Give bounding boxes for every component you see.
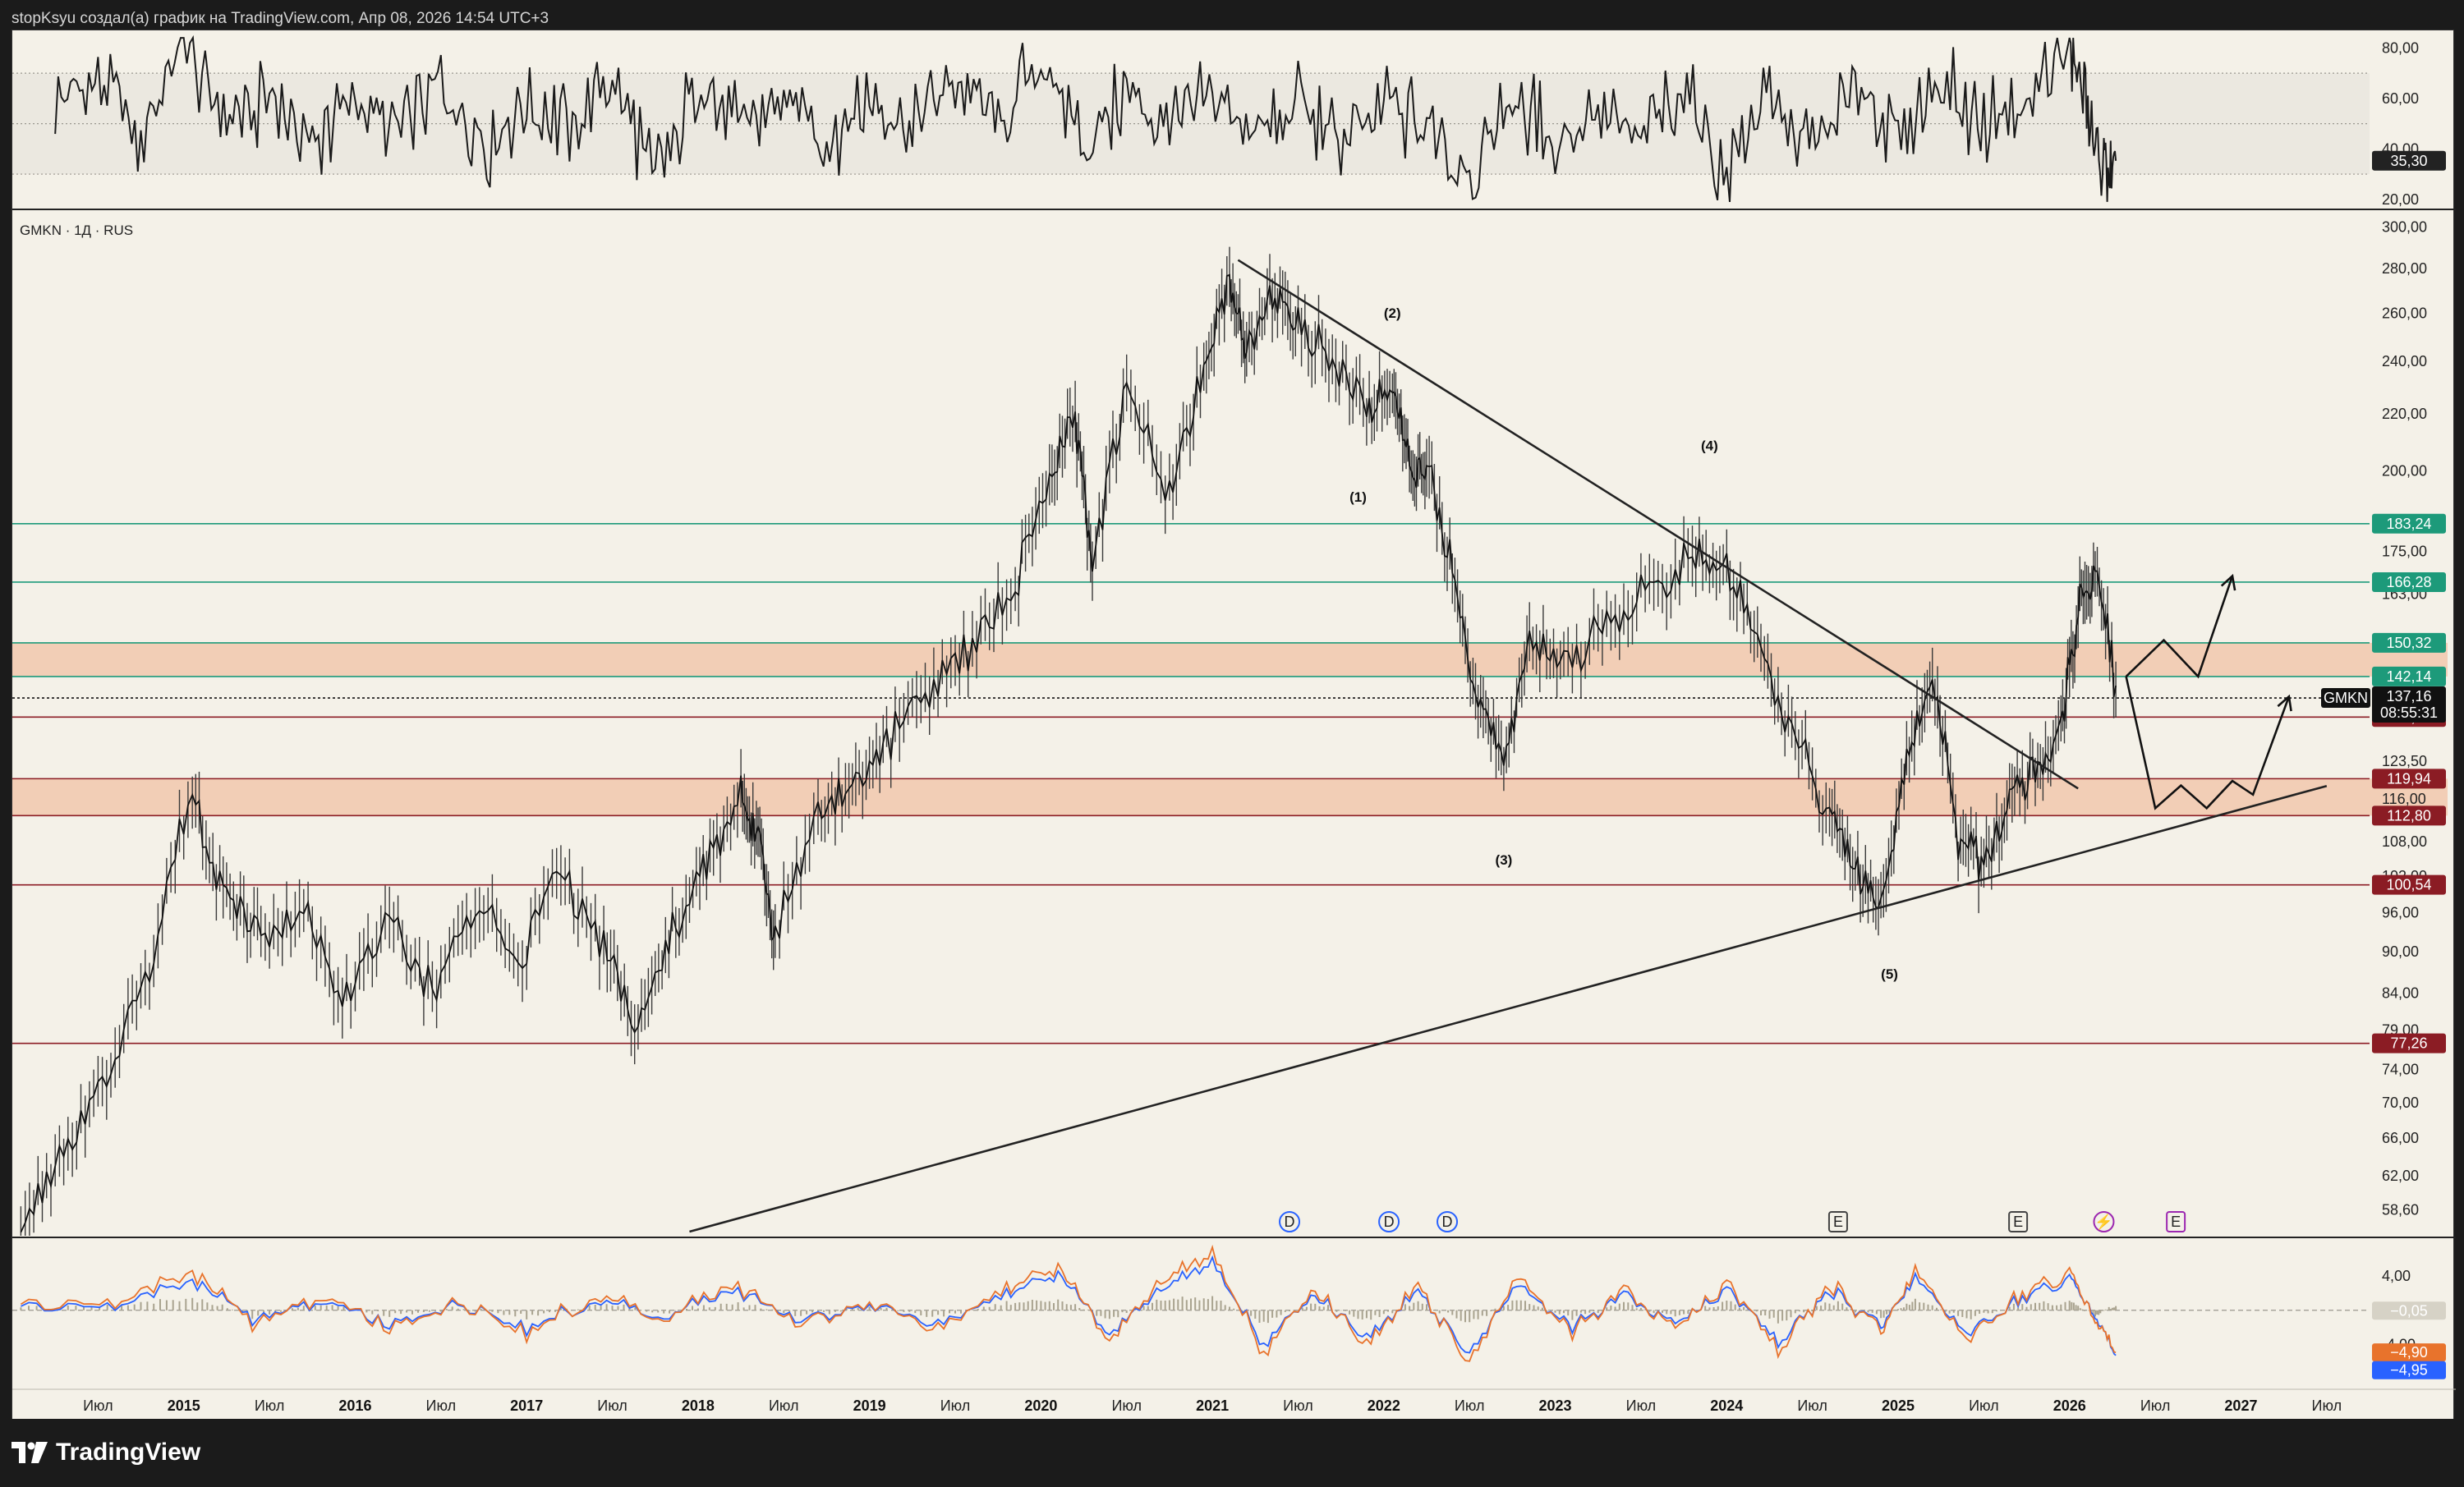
wave-label: (3) bbox=[1496, 852, 1513, 868]
time-tick-label: Июл bbox=[255, 1398, 285, 1414]
time-tick-label: 2026 bbox=[2053, 1398, 2086, 1414]
time-tick-label: Июл bbox=[1969, 1398, 1999, 1414]
time-tick-label: 2017 bbox=[510, 1398, 543, 1414]
time-tick-label: Июл bbox=[597, 1398, 627, 1414]
time-tick-label: 2021 bbox=[1196, 1398, 1229, 1414]
wave-label: (1) bbox=[1349, 489, 1367, 505]
dividend-marker-label: D bbox=[1384, 1214, 1395, 1230]
level-tag: 183,24 bbox=[2386, 516, 2431, 532]
time-tick-label: Июл bbox=[940, 1398, 971, 1414]
macd-panel[interactable]: 4,00-4,00−0,05−4,90−4,95 bbox=[12, 1244, 2446, 1379]
time-tick-label: 2020 bbox=[1024, 1398, 1057, 1414]
macd-value-tag: −4,90 bbox=[2390, 1344, 2428, 1361]
rsi-tick-label: 60,00 bbox=[2382, 90, 2419, 107]
level-tag: 100,54 bbox=[2386, 877, 2431, 893]
symbol-tag: GMKN bbox=[2324, 690, 2368, 706]
price-tick-label: 240,00 bbox=[2382, 353, 2427, 369]
time-tick-label: Июл bbox=[426, 1398, 457, 1414]
price-tick-label: 300,00 bbox=[2382, 219, 2427, 236]
price-tick-label: 66,00 bbox=[2382, 1130, 2419, 1146]
macd-signal-line[interactable] bbox=[21, 1255, 2117, 1356]
chart-canvas[interactable]: 80,0060,0040,0020,0035,30 (1)(2)(3)(4)(5… bbox=[0, 0, 2464, 1487]
time-tick-label: Июл bbox=[83, 1398, 113, 1414]
brand-name: TradingView bbox=[56, 1439, 201, 1466]
wave-label: (2) bbox=[1384, 305, 1401, 321]
price-tick-label: 175,00 bbox=[2382, 544, 2427, 560]
time-tick-label: 2015 bbox=[168, 1398, 200, 1414]
price-tick-label: 58,60 bbox=[2382, 1201, 2419, 1218]
time-tick-label: 2024 bbox=[1710, 1398, 1743, 1414]
footer-bar bbox=[0, 1419, 2464, 1487]
time-axis: Июл 2015 Июл 2016 Июл 2017 Июл 2018 Июл 2019 Июл 20… bbox=[12, 1388, 2456, 1414]
macd-series[interactable] bbox=[20, 1244, 2117, 1362]
time-tick-label: 2019 bbox=[853, 1398, 886, 1414]
price-tick-label: 116,00 bbox=[2382, 791, 2426, 807]
time-tick-label: Июл bbox=[769, 1398, 799, 1414]
rsi-tick-label: 20,00 bbox=[2382, 191, 2419, 208]
price-tick-label: 260,00 bbox=[2382, 305, 2427, 321]
price-wicks bbox=[20, 246, 2117, 1236]
price-tick-label: 220,00 bbox=[2382, 406, 2427, 422]
time-tick-label: 2018 bbox=[682, 1398, 715, 1414]
level-tag: 166,28 bbox=[2386, 574, 2431, 590]
price-tick-label: 74,00 bbox=[2382, 1061, 2419, 1077]
time-tick-label: Июл bbox=[2312, 1398, 2342, 1414]
level-tag: 119,94 bbox=[2387, 770, 2431, 787]
level-tag: 77,26 bbox=[2390, 1035, 2427, 1052]
dividend-marker-label: D bbox=[1442, 1214, 1453, 1230]
time-tick-label: Июл bbox=[1797, 1398, 1827, 1414]
time-tick-label: Июл bbox=[1283, 1398, 1313, 1414]
time-tick-label: 2016 bbox=[338, 1398, 371, 1414]
dividend-marker-label: D bbox=[1285, 1214, 1295, 1230]
tradingview-logo[interactable]: TradingView bbox=[11, 1439, 200, 1466]
level-tag: 150,32 bbox=[2386, 635, 2431, 651]
current-price-tag: 137,16 bbox=[2386, 688, 2431, 704]
earnings-marker-label: E bbox=[2013, 1214, 2023, 1230]
symbol-info: GMKN · 1Д · RUS bbox=[20, 223, 133, 238]
sr-zone bbox=[12, 778, 2448, 816]
price-tick-label: 200,00 bbox=[2382, 463, 2427, 480]
time-tick-label: 2025 bbox=[1882, 1398, 1915, 1414]
wave-label: (4) bbox=[1701, 438, 1718, 453]
rsi-panel[interactable]: 80,0060,0040,0020,0035,30 bbox=[12, 34, 2456, 210]
price-tick-label: 84,00 bbox=[2382, 984, 2419, 1001]
wave-label: (5) bbox=[1881, 966, 1898, 982]
macd-tick-label: 4,00 bbox=[2382, 1268, 2411, 1284]
macd-value-tag: −0,05 bbox=[2390, 1302, 2428, 1319]
time-tick-label: Июл bbox=[1626, 1398, 1657, 1414]
price-candles[interactable] bbox=[20, 246, 2117, 1258]
price-tick-label: 62,00 bbox=[2382, 1168, 2419, 1184]
level-tag: 142,14 bbox=[2386, 668, 2431, 685]
time-tick-label: Июл bbox=[1455, 1398, 1485, 1414]
price-tick-label: 123,50 bbox=[2382, 753, 2427, 769]
macd-value-tag: −4,95 bbox=[2390, 1362, 2428, 1379]
time-tick-label: Июл bbox=[2140, 1398, 2171, 1414]
price-tick-label: 70,00 bbox=[2382, 1095, 2419, 1111]
price-tick-label: 108,00 bbox=[2382, 833, 2427, 850]
split-marker-label: ⚡ bbox=[2094, 1213, 2112, 1231]
time-tick-label: Июл bbox=[1111, 1398, 1142, 1414]
price-panel[interactable]: (1) (2) (3) (4) (5) 300,00 280,00 260,00 240,00 2… bbox=[12, 219, 2456, 1258]
rsi-value-tag: 35,30 bbox=[2390, 153, 2427, 169]
sr-zone bbox=[12, 642, 2448, 677]
level-tag: 112,80 bbox=[2387, 807, 2431, 824]
time-tick-label: 2027 bbox=[2224, 1398, 2257, 1414]
time-tick-label: 2022 bbox=[1368, 1398, 1400, 1414]
tradingview-logo-icon bbox=[11, 1442, 48, 1463]
rsi-tick-label: 80,00 bbox=[2382, 39, 2419, 56]
countdown-tag: 08:55:31 bbox=[2380, 704, 2438, 721]
price-tick-label: 280,00 bbox=[2382, 260, 2427, 277]
earnings-marker-label: E bbox=[1833, 1214, 1843, 1230]
earnings-marker-label: E bbox=[2171, 1214, 2181, 1230]
time-tick-label: 2023 bbox=[1539, 1398, 1572, 1414]
price-tick-label: 96,00 bbox=[2382, 905, 2419, 921]
price-tick-label: 90,00 bbox=[2382, 943, 2419, 960]
